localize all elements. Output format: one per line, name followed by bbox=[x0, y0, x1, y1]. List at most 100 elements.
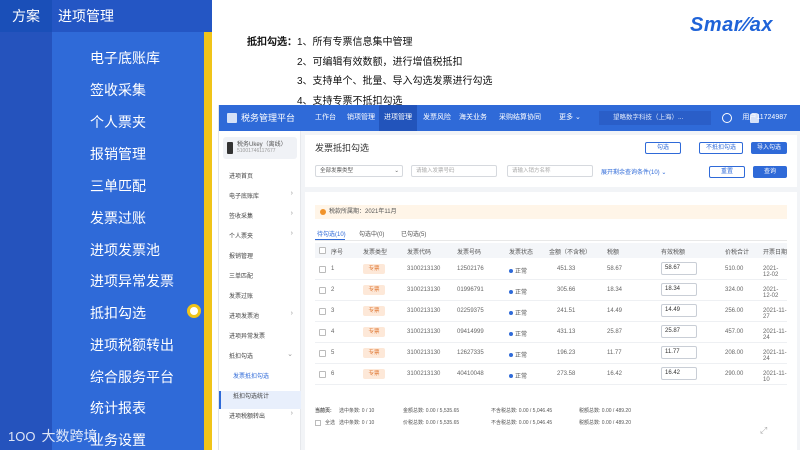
fullscreen-icon[interactable]: ⤢ bbox=[760, 425, 767, 436]
reset-button[interactable]: 重置 bbox=[709, 166, 745, 178]
invoice-no-input[interactable]: 请输入发票号码 bbox=[411, 165, 497, 177]
app-sidenav: 税务Ukey（离线） 51001746117677 进项首页 电子底账库 › 签收采集… bbox=[219, 131, 301, 450]
sidenav-item-9[interactable]: 抵扣勾选 ⌄ bbox=[229, 351, 297, 360]
sidenav-item-7[interactable]: 进项发票池 › bbox=[229, 310, 297, 320]
nav-item-1[interactable]: 签收采集 bbox=[90, 80, 146, 100]
total-amount: 324.00 bbox=[725, 287, 744, 293]
nav-item-5[interactable]: 发票过账 bbox=[90, 208, 146, 228]
table-row[interactable]: 4 专票 3100213130 09414999 正常 431.13 25.87 25.87 4… bbox=[315, 322, 787, 343]
active-indicator-icon bbox=[187, 304, 201, 318]
tax-amount: 11.77 bbox=[607, 350, 622, 356]
nav-item-12[interactable]: 业务设置 bbox=[90, 430, 146, 450]
invoice-type-tag: 专票 bbox=[363, 348, 385, 358]
nav-item-9[interactable]: 进项税额转出 bbox=[90, 335, 174, 355]
nav-item-3[interactable]: 报销管理 bbox=[90, 144, 146, 164]
nav-item-11[interactable]: 统计报表 bbox=[90, 398, 146, 418]
menu-risk[interactable]: 发票风险 bbox=[423, 105, 451, 131]
valid-tax-input[interactable]: 14.49 bbox=[661, 304, 697, 317]
valid-tax-input[interactable]: 25.87 bbox=[661, 325, 697, 338]
nav-item-10[interactable]: 综合服务平台 bbox=[90, 367, 174, 387]
tax-amount: 16.42 bbox=[607, 371, 623, 377]
row-index: 3 bbox=[331, 308, 335, 314]
valid-tax-input[interactable]: 16.42 bbox=[661, 367, 697, 380]
sidenav-item-5[interactable]: 三单匹配 bbox=[229, 271, 297, 280]
nav-item-7[interactable]: 进项异常发票 bbox=[90, 271, 174, 291]
ukey-name: 税务Ukey（离线） bbox=[237, 142, 287, 148]
query-button[interactable]: 查询 bbox=[753, 166, 787, 178]
menu-customs[interactable]: 海关业务 bbox=[459, 105, 487, 131]
header-checkbox[interactable] bbox=[319, 247, 326, 254]
select-all-checkbox[interactable] bbox=[315, 420, 321, 426]
chevron-icon: › bbox=[290, 210, 293, 217]
chevron-icon: › bbox=[290, 410, 293, 417]
issue-date: 2021-11-10 bbox=[763, 371, 787, 383]
tab-section[interactable]: 进项管理 bbox=[52, 0, 212, 32]
invoice-number: 02259375 bbox=[457, 308, 484, 314]
tab-scheme[interactable]: 方案 bbox=[0, 0, 52, 32]
user-menu[interactable]: 用户11724987 bbox=[742, 105, 787, 131]
sidenav-item-6[interactable]: 发票过账 bbox=[229, 291, 297, 300]
menu-procurement[interactable]: 采购结算协同 bbox=[499, 105, 541, 131]
table-row[interactable]: 6 专票 3100213130 40410048 正常 273.58 16.42 16.42 2… bbox=[315, 364, 787, 385]
invoice-code: 3100213130 bbox=[407, 371, 441, 377]
help-icon[interactable] bbox=[722, 113, 732, 123]
issue-date: 2021-11-27 bbox=[763, 308, 787, 320]
sidenav-item-0[interactable]: 进项首页 bbox=[229, 171, 297, 180]
invoice-status: 正常 bbox=[509, 371, 527, 380]
seller-input[interactable]: 请输入销方名称 bbox=[507, 165, 593, 177]
invoice-type-select[interactable]: 全部发票类型 ⌄ bbox=[315, 165, 403, 177]
sidenav-item-1[interactable]: 电子底账库 › bbox=[229, 190, 297, 200]
table-row[interactable]: 5 专票 3100213130 12627335 正常 196.23 11.77 11.77 2… bbox=[315, 343, 787, 364]
valid-tax-input[interactable]: 18.34 bbox=[661, 283, 697, 296]
menu-sales[interactable]: 销项管理 bbox=[347, 105, 375, 131]
expand-filters-link[interactable]: 展开剩余查询条件(10) ⌄ bbox=[601, 167, 666, 176]
invoice-code: 3100213130 bbox=[407, 308, 441, 314]
column-header-2: 发票代码 bbox=[407, 250, 432, 256]
menu-workbench[interactable]: 工作台 bbox=[315, 105, 336, 131]
row-checkbox[interactable] bbox=[319, 329, 326, 336]
column-header-9: 开票日期 bbox=[763, 250, 788, 256]
row-checkbox[interactable] bbox=[319, 371, 326, 378]
table-row[interactable]: 2 专票 3100213130 01996791 正常 305.66 18.34 18.34 3… bbox=[315, 280, 787, 301]
sidenav-item-2[interactable]: 签收采集 › bbox=[229, 210, 297, 220]
no-deduct-button[interactable]: 不抵扣勾选 bbox=[699, 142, 743, 154]
company-selector[interactable]: 望略数字科技（上海）... bbox=[599, 111, 711, 125]
table-row[interactable]: 1 专票 3100213130 12502176 正常 451.33 58.67 58.67 5… bbox=[315, 259, 787, 280]
check-button[interactable]: 勾选 bbox=[645, 142, 681, 154]
row-checkbox[interactable] bbox=[319, 308, 326, 315]
sidenav-item-12[interactable]: 进项税额转出 › bbox=[229, 410, 297, 420]
usb-key-icon bbox=[227, 142, 233, 154]
menu-more[interactable]: 更多 ⌄ bbox=[559, 105, 581, 131]
tab-pending[interactable]: 待勾选(10) bbox=[317, 229, 346, 238]
valid-tax-input[interactable]: 11.77 bbox=[661, 346, 697, 359]
table-row[interactable]: 3 专票 3100213130 02259375 正常 241.51 14.49 14.49 2… bbox=[315, 301, 787, 322]
tab-checked[interactable]: 已勾选(5) bbox=[401, 229, 426, 238]
tab-separator bbox=[315, 240, 787, 241]
chevron-icon: › bbox=[290, 310, 293, 317]
nav-item-2[interactable]: 个人票夹 bbox=[90, 112, 146, 132]
sidenav-item-3[interactable]: 个人票夹 › bbox=[229, 230, 297, 240]
summary-page-net: 不含税总数: 0.00 / 5,046.45 bbox=[491, 408, 553, 414]
invoice-status: 正常 bbox=[509, 287, 527, 296]
sidenav-item-10[interactable]: 发票抵扣勾选 bbox=[233, 371, 301, 380]
sidenav-item-11[interactable]: 抵扣勾选统计 bbox=[233, 391, 301, 400]
footer-brand: 1OO 大数跨境 bbox=[8, 426, 97, 446]
column-header-8: 价税合计 bbox=[725, 250, 750, 256]
tab-checking[interactable]: 勾选中(0) bbox=[359, 229, 384, 238]
row-checkbox[interactable] bbox=[319, 266, 326, 273]
total-amount: 510.00 bbox=[725, 266, 744, 272]
menu-input[interactable]: 进项管理 bbox=[379, 105, 417, 131]
nav-item-8[interactable]: 抵扣勾选 bbox=[90, 303, 146, 323]
row-checkbox[interactable] bbox=[319, 287, 326, 294]
valid-tax-input[interactable]: 58.67 bbox=[661, 262, 697, 275]
row-checkbox[interactable] bbox=[319, 350, 326, 357]
import-check-button[interactable]: 导入勾选 bbox=[751, 142, 787, 154]
sidenav-item-4[interactable]: 报销管理 bbox=[229, 251, 297, 260]
nav-item-4[interactable]: 三单匹配 bbox=[90, 176, 146, 196]
sidenav-item-8[interactable]: 进项异常发票 bbox=[229, 331, 297, 340]
row-index: 5 bbox=[331, 350, 335, 356]
nav-item-0[interactable]: 电子底账库 bbox=[90, 48, 160, 68]
nav-item-6[interactable]: 进项发票池 bbox=[90, 240, 160, 260]
invoice-code: 3100213130 bbox=[407, 350, 441, 356]
intro-line-2: 2、可编辑有效数额，进行增值税抵扣 bbox=[297, 56, 463, 68]
